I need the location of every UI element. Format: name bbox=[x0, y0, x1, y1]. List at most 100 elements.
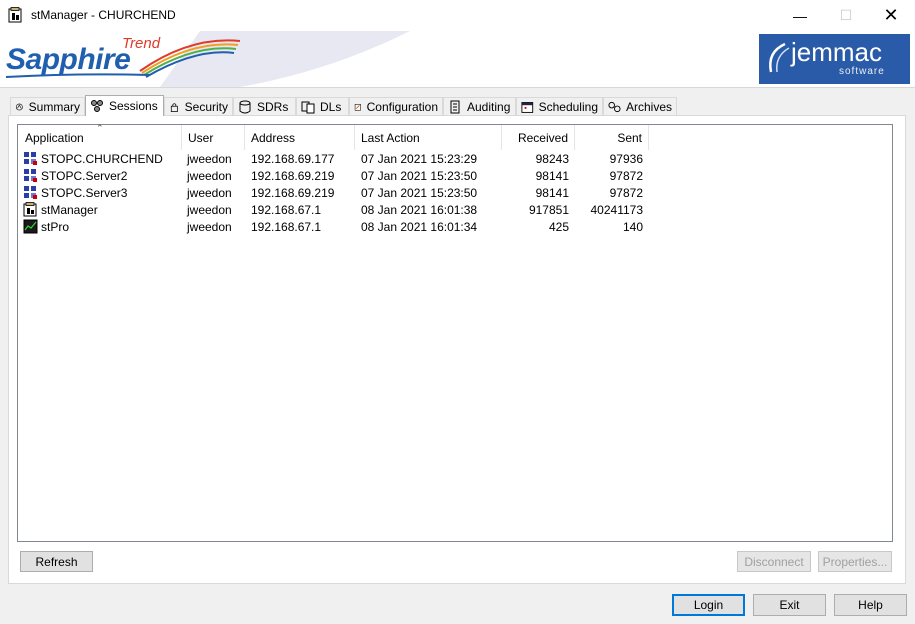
column-header-user[interactable]: User bbox=[182, 125, 245, 150]
cell-application: stPro bbox=[41, 220, 70, 234]
opc-server-icon bbox=[24, 152, 37, 165]
column-label: Last Action bbox=[361, 130, 420, 145]
cell-received: 98243 bbox=[535, 152, 569, 166]
table-row[interactable]: STOPC.Server2 jweedon 192.168.69.219 07 … bbox=[18, 168, 658, 185]
calendar-icon bbox=[521, 101, 534, 113]
maximize-button[interactable]: ☐ bbox=[823, 0, 869, 31]
cell-last-action: 07 Jan 2021 15:23:50 bbox=[361, 186, 478, 200]
column-label: User bbox=[188, 130, 214, 145]
configuration-icon bbox=[354, 103, 361, 111]
stmanager-app-icon bbox=[8, 7, 22, 23]
tab-auditing[interactable]: Auditing bbox=[443, 97, 516, 115]
tab-label: DLs bbox=[320, 99, 342, 114]
exit-button[interactable]: Exit bbox=[753, 594, 826, 616]
sessions-icon bbox=[91, 100, 103, 112]
sapphire-logo: Sapphire bbox=[6, 43, 131, 76]
opc-server-icon bbox=[24, 169, 37, 182]
table-row[interactable]: STOPC.Server3 jweedon 192.168.69.219 07 … bbox=[18, 185, 658, 202]
cell-application: STOPC.Server2 bbox=[41, 169, 128, 183]
column-label: Received bbox=[517, 130, 568, 145]
cell-application: STOPC.CHURCHEND bbox=[41, 152, 163, 166]
sessions-list[interactable]: Application ⌃ User Address Last Action R… bbox=[17, 123, 893, 542]
tab-configuration[interactable]: Configuration bbox=[349, 97, 443, 115]
cell-last-action: 07 Jan 2021 15:23:29 bbox=[361, 152, 478, 166]
cell-address: 192.168.69.219 bbox=[251, 169, 335, 183]
table-row[interactable]: stPro jweedon 192.168.67.1 08 Jan 2021 1… bbox=[18, 219, 658, 236]
disconnect-button[interactable]: Disconnect bbox=[737, 551, 811, 572]
cell-last-action: 08 Jan 2021 16:01:38 bbox=[361, 203, 478, 217]
cell-received: 425 bbox=[548, 220, 569, 234]
tab-dls[interactable]: DLs bbox=[296, 97, 349, 115]
cell-address: 192.168.67.1 bbox=[251, 203, 322, 217]
minimize-button[interactable]: — bbox=[777, 0, 823, 31]
refresh-button[interactable]: Refresh bbox=[20, 551, 93, 572]
summary-icon bbox=[15, 103, 23, 110]
column-header-received[interactable]: Received bbox=[502, 125, 575, 150]
banner: Sapphire Trend jemmac software bbox=[0, 31, 915, 88]
archives-icon bbox=[608, 101, 621, 112]
tab-label: Security bbox=[184, 99, 228, 114]
cell-user: jweedon bbox=[187, 169, 232, 183]
jemmac-name: jemmac bbox=[791, 37, 883, 67]
cell-application: STOPC.Server3 bbox=[41, 186, 128, 200]
cell-received: 98141 bbox=[535, 186, 569, 200]
cell-address: 192.168.69.219 bbox=[251, 186, 335, 200]
column-header-sent[interactable]: Sent bbox=[575, 125, 649, 150]
login-button[interactable]: Login bbox=[672, 594, 745, 616]
sort-ascending-icon: ⌃ bbox=[96, 123, 104, 133]
opc-server-icon bbox=[24, 186, 37, 199]
cell-user: jweedon bbox=[187, 203, 232, 217]
maximize-icon: ☐ bbox=[839, 7, 853, 23]
tab-scheduling[interactable]: Scheduling bbox=[516, 97, 603, 115]
cell-user: jweedon bbox=[187, 152, 232, 166]
cell-address: 192.168.67.1 bbox=[251, 220, 322, 234]
cell-last-action: 08 Jan 2021 16:01:34 bbox=[361, 220, 478, 234]
properties-button[interactable]: Properties... bbox=[818, 551, 892, 572]
close-button[interactable]: ✕ bbox=[868, 0, 914, 31]
tab-sdrs[interactable]: SDRs bbox=[233, 97, 296, 115]
cell-sent: 97872 bbox=[609, 169, 643, 183]
jemmac-sub: software bbox=[839, 66, 885, 77]
cell-received: 917851 bbox=[528, 203, 569, 217]
column-header-application[interactable]: Application ⌃ bbox=[18, 123, 182, 150]
minimize-icon: — bbox=[793, 7, 807, 24]
jemmac-logo: jemmac software bbox=[759, 34, 910, 84]
cell-sent: 140 bbox=[622, 220, 643, 234]
tab-label: Archives bbox=[625, 99, 672, 114]
jemmac-swirl-icon bbox=[769, 42, 790, 73]
cell-user: jweedon bbox=[187, 220, 232, 234]
tab-label: Scheduling bbox=[538, 99, 598, 114]
dls-icon bbox=[301, 101, 315, 113]
column-header-last-action[interactable]: Last Action bbox=[355, 125, 502, 150]
trend-logo: Trend bbox=[122, 35, 161, 52]
tab-archives[interactable]: Archives bbox=[603, 97, 677, 115]
auditing-icon bbox=[450, 100, 460, 113]
table-row[interactable]: stManager jweedon 192.168.67.1 08 Jan 20… bbox=[18, 202, 658, 219]
cell-application: stManager bbox=[41, 203, 98, 217]
column-label: Sent bbox=[617, 130, 642, 145]
stpro-icon bbox=[23, 219, 38, 234]
cell-sent: 97872 bbox=[609, 186, 643, 200]
close-icon: ✕ bbox=[883, 5, 899, 25]
cell-sent: 97936 bbox=[609, 152, 643, 166]
tab-security[interactable]: Security bbox=[164, 97, 233, 115]
column-header-address[interactable]: Address bbox=[245, 125, 355, 150]
window-title: stManager - CHURCHEND bbox=[31, 8, 176, 22]
tab-label: Configuration bbox=[366, 99, 438, 114]
cell-last-action: 07 Jan 2021 15:23:50 bbox=[361, 169, 478, 183]
help-button[interactable]: Help bbox=[834, 594, 907, 616]
tab-label: Sessions bbox=[109, 99, 158, 113]
column-label: Application bbox=[25, 130, 84, 145]
security-icon bbox=[170, 102, 178, 112]
tab-label: Auditing bbox=[467, 99, 511, 114]
cell-received: 98141 bbox=[535, 169, 569, 183]
database-icon bbox=[239, 100, 251, 113]
cell-user: jweedon bbox=[187, 186, 232, 200]
tab-sessions[interactable]: Sessions bbox=[85, 95, 164, 116]
table-row[interactable]: STOPC.CHURCHEND jweedon 192.168.69.177 0… bbox=[18, 151, 658, 168]
tab-summary[interactable]: Summary bbox=[10, 97, 85, 115]
tab-label: Summary bbox=[28, 99, 80, 114]
tab-label: SDRs bbox=[257, 99, 289, 114]
cell-address: 192.168.69.177 bbox=[251, 152, 335, 166]
stmanager-icon bbox=[23, 202, 37, 217]
